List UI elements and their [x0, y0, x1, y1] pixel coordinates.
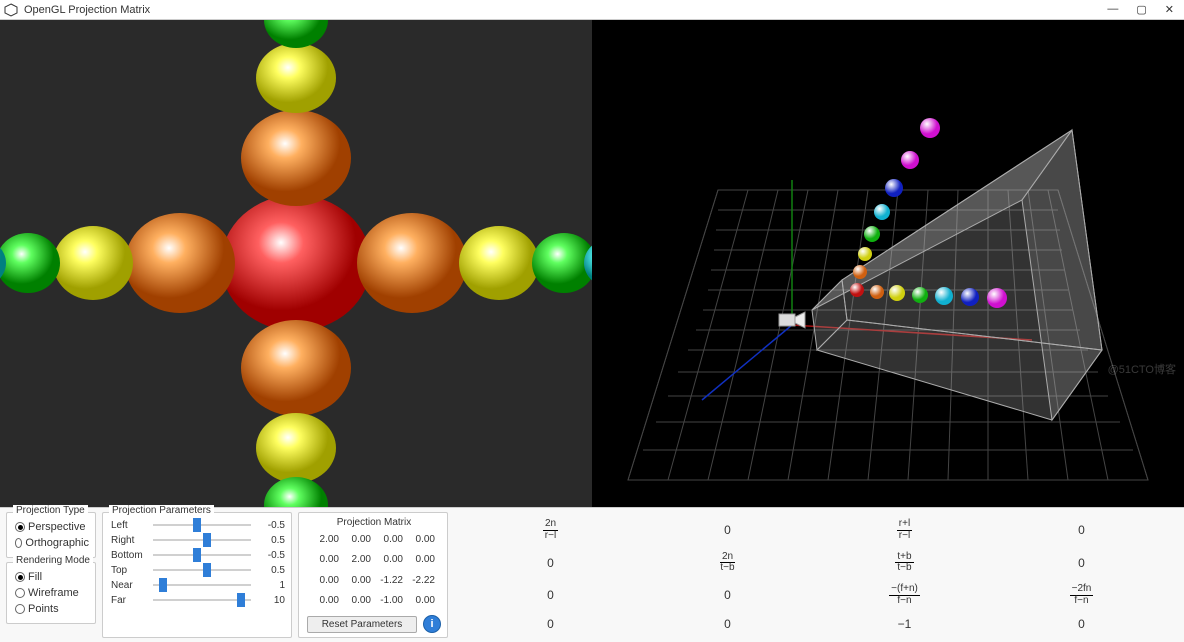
param-label: Far — [111, 595, 149, 606]
formula-cell: −(f+n)f−n — [816, 584, 993, 606]
param-label: Right — [111, 535, 149, 546]
matrix-cell: 0.00 — [345, 532, 371, 550]
maximize-button[interactable]: ▢ — [1136, 3, 1146, 16]
param-label: Near — [111, 580, 149, 591]
radio-points[interactable]: Points — [15, 603, 89, 615]
formula-cell: 0 — [639, 588, 816, 602]
slider-far[interactable] — [153, 593, 251, 607]
param-row-right: Right 0.5 — [111, 533, 285, 547]
matrix-cell: 0.00 — [345, 593, 371, 611]
matrix-cell: 2.00 — [345, 552, 371, 570]
radio-fill[interactable]: Fill — [15, 571, 89, 583]
control-panel: Projection Type Perspective Orthographic… — [0, 507, 1184, 642]
param-value: 1 — [255, 580, 285, 591]
formula-cell: r+lr−l — [816, 519, 993, 541]
projection-matrix-group: Projection Matrix 2.000.000.000.000.002.… — [298, 512, 448, 638]
param-row-left: Left -0.5 — [111, 518, 285, 532]
formula-cell: 2nr−l — [462, 519, 639, 541]
formula-cell: −1 — [816, 617, 993, 631]
formula-cell: 0 — [639, 523, 816, 537]
slider-bottom[interactable] — [153, 548, 251, 562]
matrix-cell: 0.00 — [409, 593, 435, 611]
projection-type-group: Projection Type Perspective Orthographic — [6, 512, 96, 558]
matrix-grid: 2.00 0.00 0.00 0.00 0.00 2.00 0.00 0.00 0.00 0.00… — [307, 530, 441, 613]
param-label: Top — [111, 565, 149, 576]
param-value: 0.5 — [255, 565, 285, 576]
param-value: 0.5 — [255, 535, 285, 546]
frustum-viewport[interactable]: @51CTO博客 — [592, 20, 1184, 507]
reset-button[interactable]: Reset Parameters — [307, 616, 417, 633]
radio-wireframe[interactable]: Wireframe — [15, 587, 89, 599]
camera-viewport[interactable] — [0, 20, 592, 507]
matrix-cell: 0.00 — [377, 552, 403, 570]
param-row-top: Top 0.5 — [111, 563, 285, 577]
matrix-cell: -1.22 — [377, 573, 403, 591]
matrix-cell: 0.00 — [409, 552, 435, 570]
minimize-button[interactable]: — — [1107, 3, 1118, 16]
param-value: 10 — [255, 595, 285, 606]
slider-top[interactable] — [153, 563, 251, 577]
info-icon[interactable]: i — [423, 615, 441, 633]
slider-right[interactable] — [153, 533, 251, 547]
formula-cell: 0 — [993, 523, 1170, 537]
param-value: -0.5 — [255, 550, 285, 561]
matrix-cell: 0.00 — [345, 573, 371, 591]
formula-cell: 0 — [462, 556, 639, 570]
formula-display: 2nr−l 0 r+lr−l 0 0 2nt−b t+bt−b 0 0 0 −(… — [454, 512, 1178, 638]
radio-label: Points — [28, 603, 59, 615]
matrix-cell: 0.00 — [409, 532, 435, 550]
matrix-cell: 0.00 — [313, 573, 339, 591]
camera-icon — [779, 312, 805, 328]
formula-cell: t+bt−b — [816, 552, 993, 574]
matrix-cell: 0.00 — [313, 593, 339, 611]
formula-cell: 0 — [639, 617, 816, 631]
viewport-container: @51CTO博客 — [0, 20, 1184, 507]
param-row-near: Near 1 — [111, 578, 285, 592]
rendering-mode-title: Rendering Mode — [13, 555, 93, 566]
radio-icon — [15, 572, 25, 582]
window-title: OpenGL Projection Matrix — [24, 4, 1107, 16]
matrix-cell: 2.00 — [313, 532, 339, 550]
matrix-title: Projection Matrix — [307, 517, 441, 528]
radio-orthographic[interactable]: Orthographic — [15, 537, 89, 549]
close-button[interactable]: ✕ — [1165, 3, 1174, 16]
radio-label: Orthographic — [25, 537, 89, 549]
matrix-cell: -2.22 — [409, 573, 435, 591]
title-bar: OpenGL Projection Matrix — ▢ ✕ — [0, 0, 1184, 20]
radio-icon — [15, 604, 25, 614]
formula-cell: 0 — [993, 617, 1170, 631]
param-row-bottom: Bottom -0.5 — [111, 548, 285, 562]
matrix-cell: 0.00 — [313, 552, 339, 570]
radio-icon — [15, 588, 25, 598]
watermark: @51CTO博客 — [1108, 361, 1176, 377]
param-row-far: Far 10 — [111, 593, 285, 607]
radio-label: Perspective — [28, 521, 85, 533]
projection-type-title: Projection Type — [13, 505, 88, 516]
camera-scene — [0, 20, 592, 507]
slider-near[interactable] — [153, 578, 251, 592]
formula-cell: 0 — [462, 588, 639, 602]
formula-cell: 0 — [462, 617, 639, 631]
formula-cell: 0 — [993, 556, 1170, 570]
formula-cell: 2nt−b — [639, 552, 816, 574]
radio-icon — [15, 522, 25, 532]
projection-params-title: Projection Parameters — [109, 505, 214, 516]
formula-cell: −2fnf−n — [993, 584, 1170, 606]
radio-icon — [15, 538, 22, 548]
slider-left[interactable] — [153, 518, 251, 532]
radio-perspective[interactable]: Perspective — [15, 521, 89, 533]
param-value: -0.5 — [255, 520, 285, 531]
param-label: Bottom — [111, 550, 149, 561]
frustum-scene — [592, 20, 1184, 507]
radio-label: Fill — [28, 571, 42, 583]
projection-params-group: Projection Parameters Left-0.5Right0.5Bo… — [102, 512, 292, 638]
app-icon — [4, 3, 18, 17]
matrix-cell: 0.00 — [377, 532, 403, 550]
param-label: Left — [111, 520, 149, 531]
rendering-mode-group: Rendering Mode Fill Wireframe Points — [6, 562, 96, 624]
radio-label: Wireframe — [28, 587, 79, 599]
matrix-cell: -1.00 — [377, 593, 403, 611]
